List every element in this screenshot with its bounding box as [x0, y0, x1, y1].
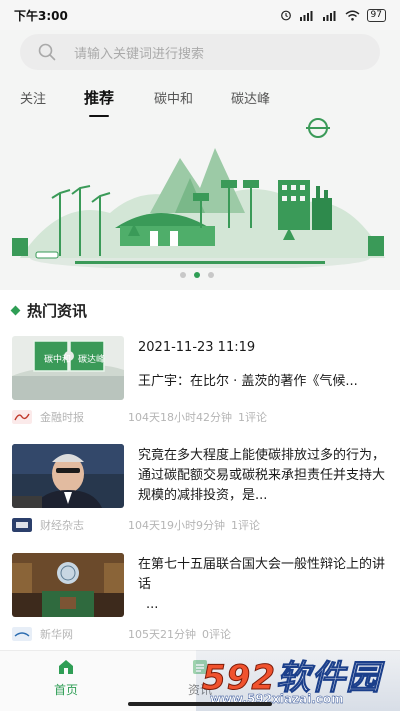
news-title[interactable]: 在第七十五届联合国大会一般性辩论上的讲话 — [138, 555, 388, 595]
news-date: 2021-11-23 11:19 — [138, 340, 256, 355]
news-time: 105天21分钟 — [128, 628, 196, 641]
alarm-icon — [280, 10, 291, 21]
home-indicator[interactable] — [128, 702, 272, 706]
news-meta: 新华网 105天21分钟 0评论 — [12, 625, 392, 643]
news-time: 104天18小时42分钟 — [128, 411, 232, 424]
section-marker-icon — [10, 305, 21, 316]
news-title-ellipsis: ... — [146, 597, 159, 612]
news-meta: 财经杂志 104天19小时9分钟 1评论 — [12, 516, 392, 534]
news-source[interactable]: 财经杂志 — [40, 517, 128, 533]
news-item[interactable]: 在第七十五届联合国大会一般性辩论上的讲话 ... 新华网 105天21分钟 0评… — [0, 553, 400, 651]
section-header: 热门资讯 — [10, 300, 88, 321]
search-icon — [38, 43, 56, 61]
tab-carbon-peak[interactable]: 碳达峰 — [231, 88, 270, 107]
news-thumbnail — [12, 553, 124, 617]
thumbnail-word-peak: 碳达峰 — [78, 353, 105, 365]
search-bar[interactable]: 请输入关键词进行搜索 — [20, 34, 380, 70]
category-tabs: 关注 推荐 碳中和 碳达峰 — [20, 82, 308, 117]
status-time: 下午3:00 — [14, 8, 68, 23]
signal-icon — [322, 10, 336, 21]
tab-carbon-neutral[interactable]: 碳中和 — [154, 88, 193, 107]
tab-recommend[interactable]: 推荐 — [84, 87, 114, 117]
thumbnail-word-neutral: 碳中和 — [44, 353, 71, 365]
news-time: 104天19小时9分钟 — [128, 519, 225, 532]
nav-home-label: 首页 — [53, 683, 78, 697]
carousel-dot[interactable] — [180, 272, 186, 278]
news-thumbnail — [12, 444, 124, 508]
source-logo-icon — [12, 518, 32, 532]
news-source[interactable]: 新华网 — [40, 626, 128, 642]
carousel-indicator — [180, 272, 214, 278]
news-item[interactable]: 究竟在多大程度上能使碳排放过多的行为，通过碳配额交易或碳税来承担责任并支持大规模… — [0, 444, 400, 542]
carousel-dot[interactable] — [208, 272, 214, 278]
status-icons: 97 — [280, 8, 386, 22]
carousel-dot-active[interactable] — [194, 272, 200, 278]
news-thumbnail: 碳中和 碳达峰 — [12, 336, 124, 400]
news-title[interactable]: 究竟在多大程度上能使碳排放过多的行为，通过碳配额交易或碳税来承担责任并支持大规模… — [138, 446, 388, 506]
news-meta: 金融时报 104天18小时42分钟 1评论 — [12, 408, 392, 426]
hd-signal-icon — [299, 10, 313, 21]
home-icon — [59, 660, 73, 674]
status-bar: 下午3:00 97 — [0, 0, 400, 30]
news-title[interactable]: 王广宇：在比尔 · 盖茨的著作《气候... — [138, 372, 388, 392]
news-item[interactable]: 碳中和 碳达峰 2021-11-23 11:19 王广宇：在比尔 · 盖茨的著作… — [0, 336, 400, 434]
section-title: 热门资讯 — [27, 302, 88, 320]
banner-illustration[interactable] — [0, 118, 400, 268]
news-comments[interactable]: 1评论 — [238, 409, 267, 425]
nav-home[interactable]: 首页 — [36, 657, 96, 698]
search-input[interactable]: 请输入关键词进行搜索 — [74, 43, 204, 62]
news-comments[interactable]: 0评论 — [202, 626, 231, 642]
battery-indicator: 97 — [366, 8, 386, 22]
news-comments[interactable]: 1评论 — [231, 517, 260, 533]
wifi-icon — [345, 10, 359, 21]
source-logo-icon — [12, 410, 32, 424]
tab-follow[interactable]: 关注 — [20, 88, 46, 107]
source-logo-icon — [12, 627, 32, 641]
news-source[interactable]: 金融时报 — [40, 409, 128, 425]
